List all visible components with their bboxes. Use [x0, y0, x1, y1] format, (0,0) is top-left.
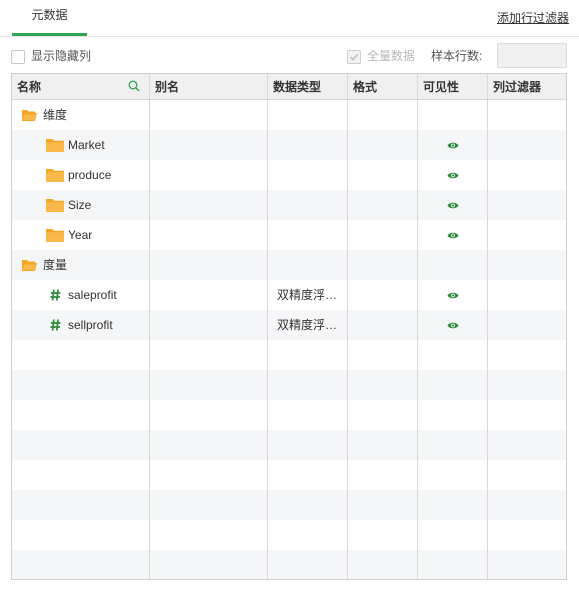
- grid-header: 名称 别名 数据类型 格式 可见性 列过滤器: [12, 74, 566, 100]
- field-row-produce[interactable]: produce: [12, 160, 566, 190]
- hash-icon: [50, 289, 61, 301]
- search-icon[interactable]: [128, 80, 140, 92]
- column-header-alias[interactable]: 别名: [150, 74, 268, 100]
- column-divider: [267, 100, 268, 579]
- folder-icon: [46, 169, 64, 182]
- full-data-label[interactable]: 全量数据: [367, 49, 415, 63]
- empty-row: [12, 490, 566, 520]
- folder-icon: [46, 199, 64, 212]
- field-data-type: 双精度浮…: [277, 288, 338, 302]
- active-tab-indicator: [12, 33, 87, 36]
- field-name: Market: [68, 138, 105, 152]
- eye-icon[interactable]: [447, 291, 459, 300]
- field-row-year[interactable]: Year: [12, 220, 566, 250]
- group-label-measures: 度量: [43, 258, 68, 272]
- eye-icon[interactable]: [447, 171, 459, 180]
- column-header-data-type[interactable]: 数据类型: [268, 74, 348, 100]
- column-divider: [149, 100, 150, 579]
- column-header-format[interactable]: 格式: [348, 74, 418, 100]
- empty-row: [12, 370, 566, 400]
- folder-open-icon: [22, 110, 37, 121]
- show-hidden-checkbox[interactable]: [11, 50, 25, 64]
- sample-rows-label: 样本行数:: [431, 49, 483, 63]
- column-divider: [347, 100, 348, 579]
- show-hidden-label[interactable]: 显示隐藏列: [31, 49, 91, 63]
- group-row-dimensions[interactable]: 维度: [12, 100, 566, 130]
- empty-row: [12, 400, 566, 430]
- group-label-dimensions: 维度: [43, 108, 68, 122]
- empty-row: [12, 430, 566, 460]
- field-name: Size: [68, 198, 92, 212]
- column-header-format-label: 格式: [353, 80, 378, 94]
- field-row-market[interactable]: Market: [12, 130, 566, 160]
- column-header-name-label: 名称: [17, 80, 42, 94]
- folder-icon: [46, 139, 64, 152]
- group-row-measures[interactable]: 度量: [12, 250, 566, 280]
- field-name: Year: [68, 228, 93, 242]
- eye-icon[interactable]: [447, 141, 459, 150]
- field-row-saleprofit[interactable]: saleprofit 双精度浮…: [12, 280, 566, 310]
- hash-icon: [50, 319, 61, 331]
- field-row-size[interactable]: Size: [12, 190, 566, 220]
- field-name: sellprofit: [68, 318, 113, 332]
- sample-rows-input[interactable]: [497, 43, 567, 68]
- eye-icon[interactable]: [447, 321, 459, 330]
- column-header-alias-label: 别名: [155, 80, 180, 94]
- column-divider: [487, 100, 488, 579]
- column-header-data-type-label: 数据类型: [273, 80, 322, 94]
- empty-row: [12, 550, 566, 579]
- checkmark-icon: [349, 53, 359, 61]
- empty-row: [12, 520, 566, 550]
- full-data-checkbox[interactable]: [347, 50, 361, 64]
- add-row-filter-link[interactable]: 添加行过滤器: [497, 9, 569, 26]
- field-name: produce: [68, 168, 112, 182]
- column-header-column-filter-label: 列过滤器: [493, 80, 542, 94]
- column-header-visibility[interactable]: 可见性: [418, 74, 488, 100]
- empty-row: [12, 340, 566, 370]
- folder-open-icon: [22, 260, 37, 271]
- tab-metadata-label: 元数据: [31, 8, 68, 22]
- folder-icon: [46, 229, 64, 242]
- eye-icon[interactable]: [447, 231, 459, 240]
- empty-row: [12, 460, 566, 490]
- field-name: saleprofit: [68, 288, 117, 302]
- metadata-grid: 名称 别名 数据类型 格式 可见性 列过滤器 维度 Market produce…: [11, 73, 567, 580]
- column-header-column-filter[interactable]: 列过滤器: [488, 74, 566, 100]
- eye-icon[interactable]: [447, 201, 459, 210]
- tab-bar: 元数据 添加行过滤器: [0, 0, 579, 37]
- tab-metadata[interactable]: 元数据: [12, 0, 87, 37]
- column-divider: [417, 100, 418, 579]
- options-bar: 显示隐藏列 全量数据 样本行数:: [0, 37, 579, 73]
- column-header-visibility-label: 可见性: [423, 80, 460, 94]
- field-row-sellprofit[interactable]: sellprofit 双精度浮…: [12, 310, 566, 340]
- field-data-type: 双精度浮…: [277, 318, 338, 332]
